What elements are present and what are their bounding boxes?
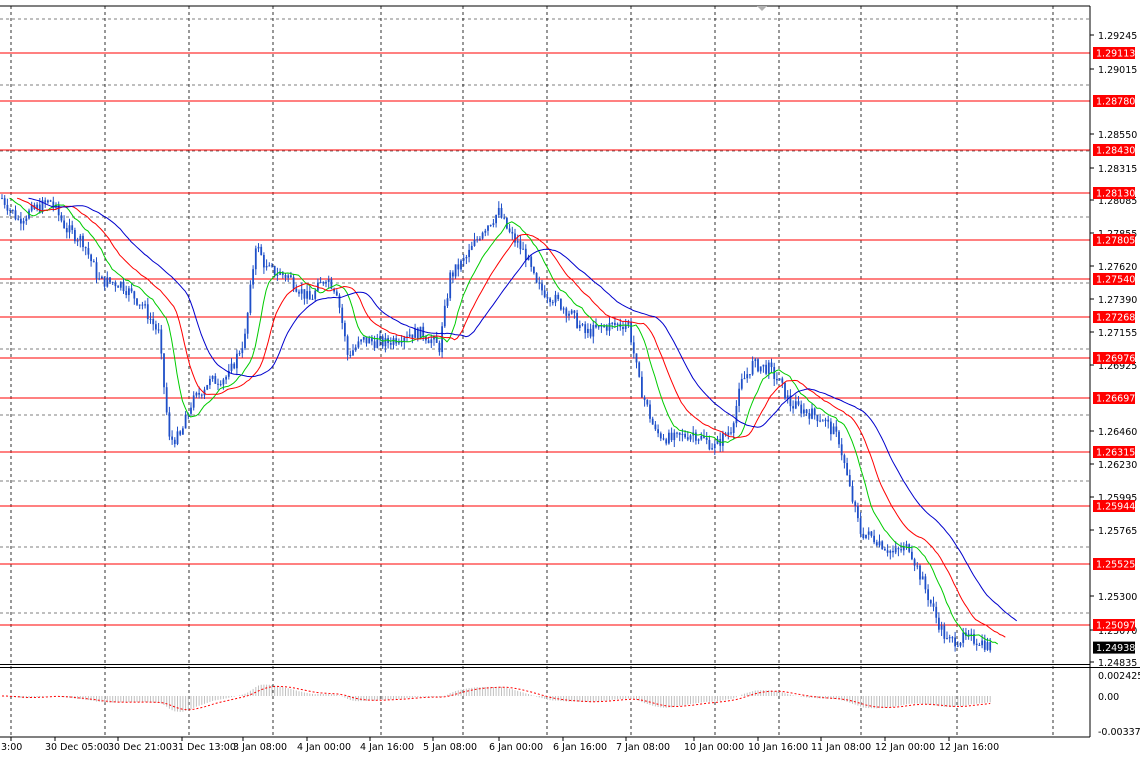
x-tick-label: 4 Jan 16:00 [360,742,414,753]
svg-text:1.25944: 1.25944 [1096,502,1135,513]
y-tick-label: 1.27620 [1098,262,1137,273]
price-chart[interactable]: 1.292451.290151.285501.283151.280851.278… [0,0,1140,757]
candle [784,382,786,400]
candle [206,384,209,391]
y-tick-label: 1.28550 [1098,130,1137,141]
candle [560,298,562,311]
level-price-label: 1.26697 [1093,392,1135,405]
x-tick-label: 7 Jan 08:00 [616,742,670,753]
svg-text:1.24938: 1.24938 [1096,643,1135,654]
x-tick-label: 12 Jan 00:00 [875,742,935,753]
x-tick-label: 5 Jan 08:00 [423,742,477,753]
x-tick-label: 6 Jan 00:00 [489,742,543,753]
y-tick-label: 1.28315 [1098,164,1137,175]
x-tick-label: 11 Jan 08:00 [811,742,871,753]
candle [449,270,452,301]
svg-text:1.26315: 1.26315 [1096,448,1135,459]
level-price-label: 1.28430 [1093,144,1135,157]
y-tick-label: 1.26230 [1098,460,1137,471]
candle [535,272,538,284]
candle [881,540,884,550]
svg-text:1.26976: 1.26976 [1096,354,1135,365]
level-price-label: 1.27540 [1093,273,1135,286]
level-price-label: 1.29113 [1093,47,1135,60]
svg-text:1.26697: 1.26697 [1096,394,1135,405]
chart-canvas[interactable]: 1.292451.290151.285501.283151.280851.278… [0,0,1140,757]
y-tick-label: 1.24835 [1098,658,1137,669]
svg-text:1.29113: 1.29113 [1096,49,1135,60]
x-tick-label: 6 Jan 16:00 [553,742,607,753]
chart-background [0,0,1140,757]
candle [249,280,252,316]
x-tick-label: 31 Dec 13:00 [172,742,236,753]
level-price-label: 1.27268 [1093,311,1135,324]
candle [778,378,781,381]
y-tick-label: 1.29015 [1098,65,1137,76]
osc-y-tick-label: 0.00 [1098,692,1119,703]
candle [757,357,759,373]
svg-text:1.25097: 1.25097 [1096,621,1135,632]
x-tick-label: 12 Jan 16:00 [939,742,999,753]
y-tick-label: 1.27155 [1098,328,1137,339]
x-tick-label: 30 Dec 21:00 [108,742,172,753]
svg-text:1.28780: 1.28780 [1096,97,1135,108]
level-price-label: 1.28130 [1093,187,1135,200]
svg-text:1.27268: 1.27268 [1096,313,1135,324]
svg-text:1.25525: 1.25525 [1096,560,1135,571]
x-tick-label: 3:00 [1,742,22,753]
y-tick-label: 1.26460 [1098,427,1137,438]
level-price-label: 1.28780 [1093,95,1135,108]
y-tick-label: 1.27390 [1098,295,1137,306]
x-tick-label: 10 Jan 16:00 [748,742,808,753]
level-price-label: 1.26315 [1093,446,1135,459]
osc-y-tick-label: 0.002425 [1098,671,1140,682]
level-price-label: 1.25525 [1093,558,1135,571]
svg-text:1.28130: 1.28130 [1096,189,1135,200]
x-tick-label: 3 Jan 08:00 [233,742,287,753]
candle [165,382,168,416]
candle [481,231,484,240]
level-price-label: 1.25944 [1093,500,1135,513]
candle [638,361,641,378]
level-price-label: 1.27805 [1093,234,1135,247]
svg-text:1.27805: 1.27805 [1096,236,1135,247]
current-price-label: 1.24938 [1093,641,1135,654]
y-tick-label: 1.25300 [1098,592,1137,603]
level-price-label: 1.25097 [1093,619,1135,632]
y-tick-label: 1.29245 [1098,31,1137,42]
y-tick-label: 1.25765 [1098,526,1137,537]
x-tick-label: 30 Dec 05:00 [45,742,109,753]
svg-text:1.27540: 1.27540 [1096,275,1135,286]
svg-text:1.28430: 1.28430 [1096,146,1135,157]
osc-y-tick-label: -0.003378 [1098,727,1140,738]
level-price-label: 1.26976 [1093,352,1135,365]
x-tick-label: 10 Jan 00:00 [684,742,744,753]
x-tick-label: 4 Jan 00:00 [297,742,351,753]
